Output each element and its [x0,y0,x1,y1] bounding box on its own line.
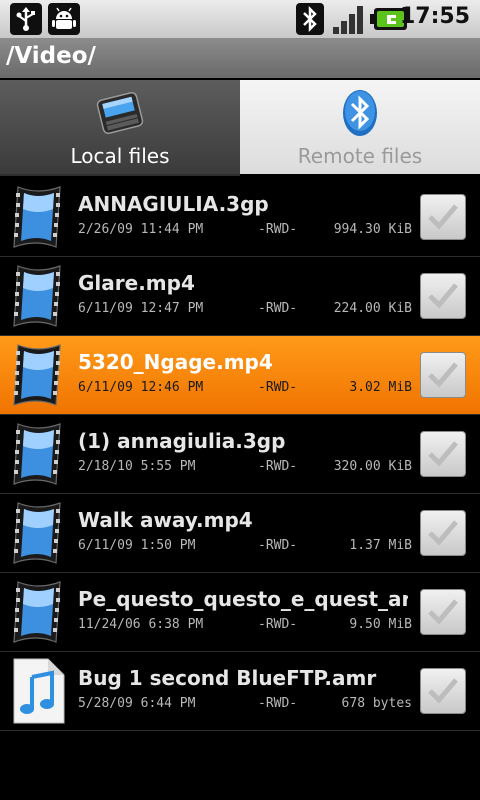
path-bar: /Video/ [0,38,480,78]
select-checkbox[interactable] [420,352,466,398]
file-name: Glare.mp4 [78,271,195,295]
file-permissions: -RWD- [258,459,298,474]
file-size: 678 bytes [341,696,412,711]
file-permissions: -RWD- [258,696,298,711]
file-date: 5/28/09 6:44 PM [78,696,196,711]
file-name: Walk away.mp4 [78,508,253,532]
android-debug-icon [48,3,80,35]
usb-icon [10,3,42,35]
file-row[interactable]: (1) annagiulia.3gp 2/18/10 5:55 PM -RWD- 32… [0,415,480,494]
tab-bar: Local files Remote files [0,80,480,176]
file-size: 224.00 KiB [333,301,412,316]
file-date: 11/24/06 6:38 PM [78,617,204,632]
check-icon [428,599,458,625]
file-size: 3.02 MiB [349,380,412,395]
file-name: 5320_Ngage.mp4 [78,350,273,374]
select-checkbox[interactable] [420,194,466,240]
file-permissions: -RWD- [258,222,298,237]
file-permissions: -RWD- [258,380,298,395]
bluetooth-icon [336,88,384,138]
file-row[interactable]: Walk away.mp4 6/11/09 1:50 PM -RWD- 1.37 Mi… [0,494,480,573]
file-size: 1.37 MiB [349,538,412,553]
status-bar: 17:55 [0,0,480,38]
select-checkbox[interactable] [420,431,466,477]
audio-file-icon [8,657,68,725]
tab-local-files[interactable]: Local files [0,80,240,176]
select-checkbox[interactable] [420,589,466,635]
file-name: (1) annagiulia.3gp [78,429,286,453]
file-date: 2/26/09 11:44 PM [78,222,204,237]
file-size: 994.30 KiB [333,222,412,237]
file-date: 2/18/10 5:55 PM [78,459,196,474]
video-file-icon [8,578,68,646]
file-name: ANNAGIULIA.3gp [78,192,269,216]
file-row[interactable]: 5320_Ngage.mp4 6/11/09 12:46 PM -RWD- 3.02 … [0,336,480,415]
file-name: Bug 1 second BlueFTP.amr [78,666,377,690]
select-checkbox[interactable] [420,668,466,714]
clock: 17:55 [399,4,470,29]
select-checkbox[interactable] [420,510,466,556]
check-icon [428,520,458,546]
device-icon [96,88,144,138]
tab-remote-files[interactable]: Remote files [240,80,480,174]
file-size: 9.50 MiB [349,617,412,632]
tab-label: Local files [70,144,170,168]
file-permissions: -RWD- [258,538,298,553]
video-file-icon [8,420,68,488]
video-file-icon [8,499,68,567]
file-date: 6/11/09 12:47 PM [78,301,204,316]
file-row[interactable]: ANNAGIULIA.3gp 2/26/09 11:44 PM -RWD- 994.3… [0,178,480,257]
video-file-icon [8,341,68,409]
file-name: Pe_questo_questo_e_quest_artro [78,587,408,611]
file-list: ANNAGIULIA.3gp 2/26/09 11:44 PM -RWD- 994.3… [0,178,480,731]
file-row[interactable]: Pe_questo_questo_e_quest_artro 11/24/06 6… [0,573,480,652]
file-row[interactable]: Bug 1 second BlueFTP.amr 5/28/09 6:44 PM -… [0,652,480,731]
file-permissions: -RWD- [258,301,298,316]
select-checkbox[interactable] [420,273,466,319]
signal-icon [332,3,366,35]
file-permissions: -RWD- [258,617,298,632]
check-icon [428,678,458,704]
video-file-icon [8,262,68,330]
check-icon [428,441,458,467]
check-icon [428,283,458,309]
bluetooth-icon [296,3,324,35]
check-icon [428,362,458,388]
file-size: 320.00 KiB [333,459,412,474]
file-date: 6/11/09 12:46 PM [78,380,204,395]
file-date: 6/11/09 1:50 PM [78,538,196,553]
tab-label: Remote files [297,144,423,168]
file-row[interactable]: Glare.mp4 6/11/09 12:47 PM -RWD- 224.00 KiB [0,257,480,336]
check-icon [428,204,458,230]
video-file-icon [8,183,68,251]
current-path: /Video/ [6,43,96,69]
